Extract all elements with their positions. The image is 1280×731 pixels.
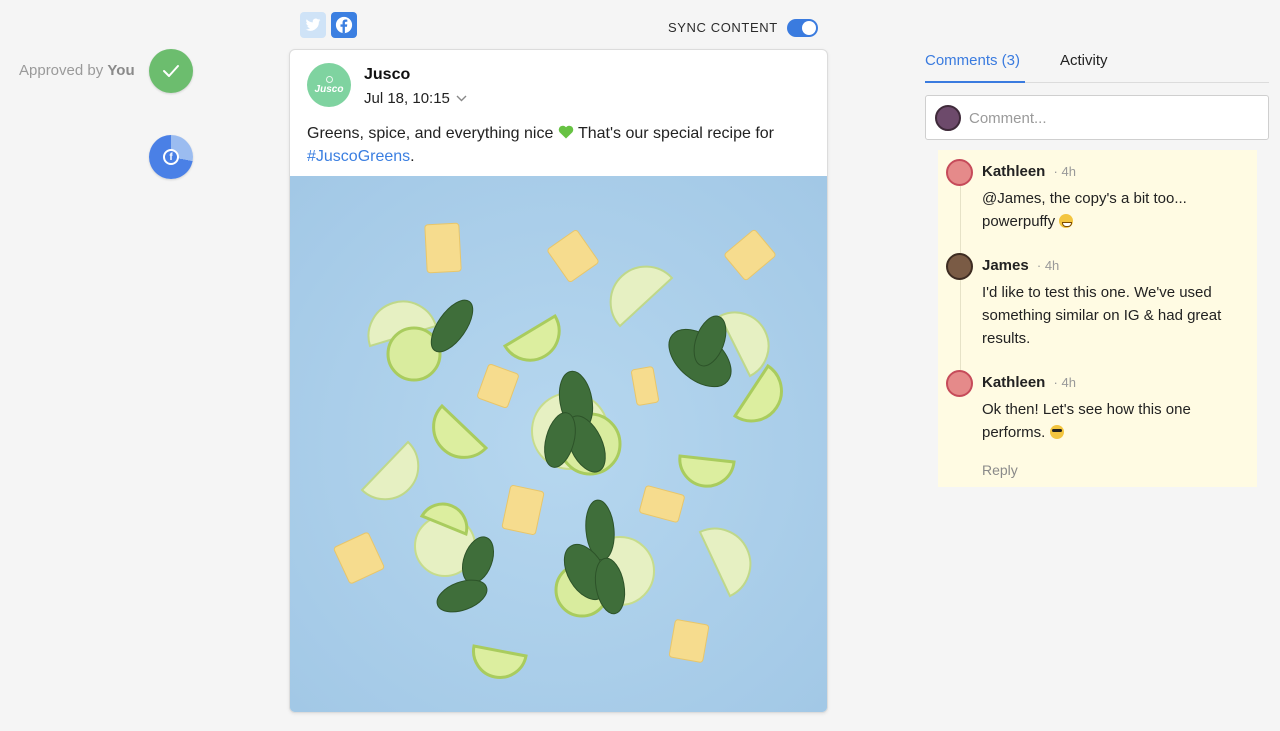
toggle-knob (802, 21, 816, 35)
approval-status: Approved by You (19, 62, 135, 79)
brand-avatar: Jusco (307, 63, 351, 107)
post-preview-card: Jusco Jusco Jul 18, 10:15 Greens, spice,… (289, 49, 828, 713)
green-heart-icon (558, 125, 574, 139)
comment-author: Kathleen (982, 374, 1046, 391)
sunglasses-emoji-icon (1049, 425, 1064, 439)
tab-comments[interactable]: Comments (3) (925, 52, 1020, 69)
post-date: Jul 18, 10:15 (364, 90, 450, 107)
approval-prefix: Approved by (19, 62, 104, 79)
post-hashtag-suffix: . (410, 148, 415, 165)
avatar (946, 370, 973, 397)
brand-logo-mark (325, 75, 333, 83)
facebook-icon[interactable] (331, 12, 357, 38)
tab-activity[interactable]: Activity (1060, 52, 1108, 69)
comment-text: Ok then! Let's see how this one performs… (982, 398, 1248, 444)
sync-content-toggle[interactable] (787, 19, 818, 37)
comment-time: · 4h (1053, 164, 1076, 179)
grin-sweat-emoji-icon (1059, 214, 1074, 228)
comment-time: · 4h (1036, 258, 1060, 273)
twitter-icon[interactable] (300, 12, 326, 38)
brand-name: Jusco (364, 66, 411, 83)
sync-content-label: SYNC CONTENT (668, 20, 778, 35)
post-text-main: Greens, spice, and everything nice (307, 125, 554, 142)
active-tab-indicator (925, 81, 1025, 83)
chevron-down-icon (456, 95, 467, 102)
avatar (946, 159, 973, 186)
publishing-progress-icon: f (149, 135, 193, 179)
avatar (946, 253, 973, 280)
comment-body: @James, the copy's a bit too... powerpuf… (982, 190, 1187, 230)
reply-button[interactable]: Reply (982, 462, 1018, 478)
comment-body: Ok then! Let's see how this one performs… (982, 401, 1191, 441)
comment-box (925, 95, 1269, 140)
post-hashtag[interactable]: #JuscoGreens (307, 148, 410, 165)
current-user-avatar (935, 105, 961, 131)
brand-logo-text: Jusco (314, 83, 344, 95)
comment-text: @James, the copy's a bit too... powerpuf… (982, 187, 1248, 233)
facebook-small-icon: f (163, 149, 179, 165)
comment-header: Kathleen · 4h (982, 163, 1076, 180)
comment-text: I'd like to test this one. We've used so… (982, 284, 1222, 347)
comment-input[interactable] (969, 107, 1249, 129)
post-date-selector[interactable]: Jul 18, 10:15 (364, 90, 467, 107)
approved-check-icon[interactable] (149, 49, 193, 93)
post-text-rest: That's our special recipe for (573, 125, 774, 142)
post-text: Greens, spice, and everything nice That'… (307, 122, 817, 168)
comment-time: · 4h (1053, 375, 1076, 390)
post-image (290, 176, 827, 712)
thread-rail (960, 186, 961, 386)
approval-user: You (107, 62, 135, 79)
comment-header: Kathleen · 4h (982, 374, 1076, 391)
comment-author: Kathleen (982, 163, 1046, 180)
comment-thread: Kathleen · 4h @James, the copy's a bit t… (938, 150, 1257, 487)
comment-header: James · 4h (982, 257, 1059, 274)
comment-author: James (982, 257, 1029, 274)
